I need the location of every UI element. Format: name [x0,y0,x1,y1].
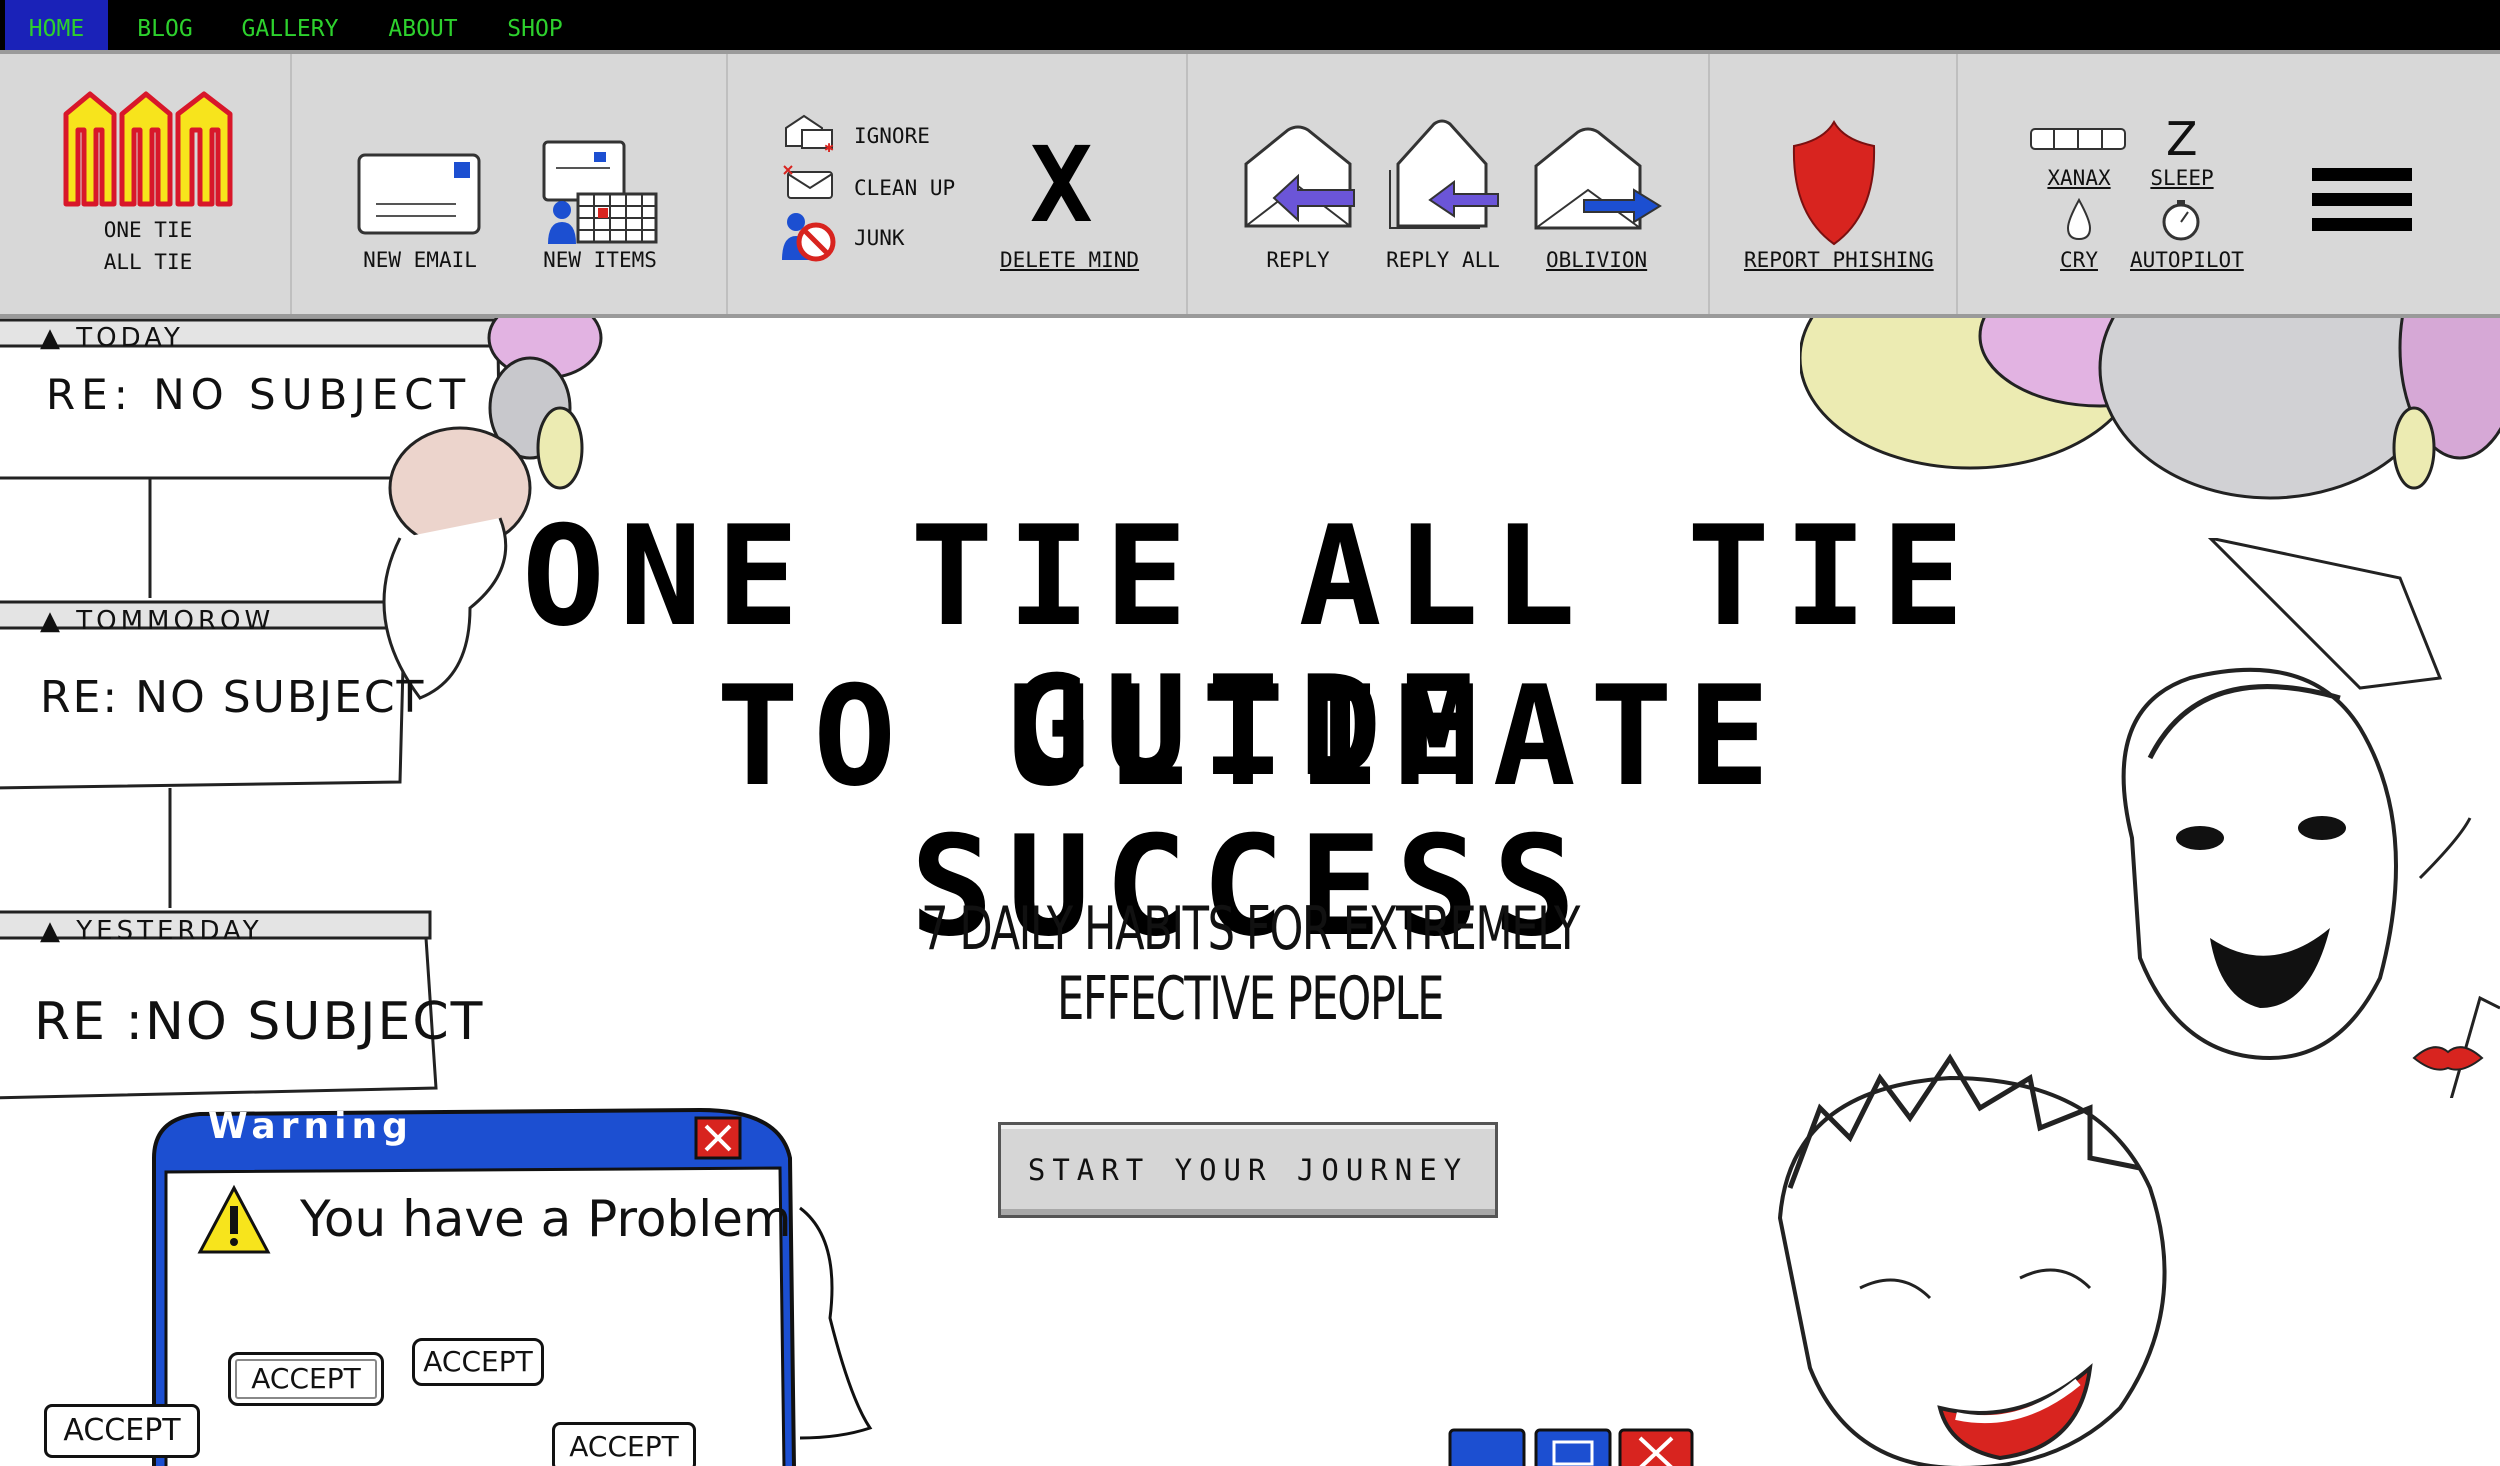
reply-icon[interactable] [1240,120,1360,232]
logo-text-line2: ALL TIE [103,250,193,274]
maximize-icon[interactable] [1534,1428,1612,1466]
close-window-icon[interactable] [1618,1428,1694,1466]
clean-up-icon[interactable] [782,164,838,202]
ribbon-divider [1708,54,1710,314]
close-icon[interactable] [694,1116,742,1160]
reply-button[interactable]: REPLY [1262,248,1334,272]
top-nav: HOME BLOG GALLERY ABOUT SHOP [0,0,2500,54]
ribbon-divider [290,54,292,314]
warning-title: Warning [208,1106,413,1147]
accept-button[interactable]: ACCEPT [228,1352,384,1406]
cry-button[interactable]: CRY [2054,248,2104,272]
accept-button[interactable]: ACCEPT [412,1338,544,1386]
ribbon-divider [726,54,728,314]
svg-text:✱: ✱ [824,141,834,152]
logo-text: ONE TIE ALL TIE [90,214,206,278]
new-email-icon[interactable] [356,152,484,238]
stopwatch-icon[interactable] [2158,198,2204,242]
oblivion-button[interactable]: OBLIVION [1546,248,1647,272]
email-group-tomorrow: ▲ TOMMOROW [40,606,275,636]
shield-icon[interactable] [1790,118,1878,248]
warning-dialog-frame [152,1107,873,1466]
minimize-icon[interactable] [1448,1428,1526,1466]
email-subject-2[interactable]: RE: NO SUBJECT [40,672,425,723]
accept-button[interactable]: ACCEPT [44,1404,200,1458]
reply-all-button[interactable]: REPLY ALL [1386,248,1500,272]
new-email-button[interactable]: NEW EMAIL [360,248,480,272]
nav-blog[interactable]: BLOG [128,0,202,50]
nav-gallery[interactable]: GALLERY [236,0,344,50]
hero-section: ▲ TODAY RE: NO SUBJECT ▲ TOMMOROW RE: NO… [0,318,2500,1466]
report-phishing-button[interactable]: REPORT PHISHING [1744,248,1934,272]
new-items-button[interactable]: NEW ITEMS [540,248,660,272]
delete-mind-button[interactable]: DELETE MIND [1000,248,1139,272]
junk-icon[interactable] [780,210,838,262]
junk-button[interactable]: JUNK [854,226,905,250]
warning-message: You have a Problem [300,1190,792,1248]
sleep-button[interactable]: SLEEP [2150,166,2214,190]
window-controls [1448,1428,1694,1466]
email-subject-3[interactable]: RE :NO SUBJECT [34,992,484,1052]
man-face-illustration [1777,1053,2167,1466]
nav-home[interactable]: HOME [5,0,108,50]
xanax-icon[interactable] [2028,124,2128,154]
ribbon-divider [1956,54,1958,314]
email-group-today: ▲ TODAY [40,323,184,353]
hero-subtitle: 7 DAILY HABITS FOR EXTREMELY EFFECTIVE P… [921,894,1580,1034]
new-items-icon[interactable] [538,138,662,248]
woman-face-illustration [2121,538,2500,1098]
start-journey-button[interactable]: START YOUR JOURNEY [998,1122,1498,1218]
ribbon-toolbar: ONE TIE ALL TIE NEW EMAIL NEW ITEMS ✱ IG… [0,54,2500,318]
accept-button[interactable]: ACCEPT [552,1422,696,1466]
email-subject-1[interactable]: RE: NO SUBJECT [46,370,471,419]
autopilot-button[interactable]: AUTOPILOT [2130,248,2244,272]
email-group-yesterday: ▲ YESTERDAY [40,916,263,946]
ignore-button[interactable]: IGNORE [854,124,930,148]
logo-text-line1: ONE TIE [103,218,193,242]
oblivion-icon[interactable] [1530,124,1664,234]
reply-all-icon[interactable] [1384,116,1504,232]
tear-drop-icon[interactable] [2064,196,2094,242]
warning-triangle-icon [197,1184,271,1254]
sleep-icon[interactable]: Z [2166,112,2198,166]
xanax-button[interactable]: XANAX [2046,166,2112,190]
yesterday-label: YESTERDAY [76,916,263,946]
lips-icon [2412,1046,2484,1071]
nav-shop[interactable]: SHOP [500,0,570,50]
delete-mind-icon[interactable]: X [1030,130,1093,240]
ignore-icon[interactable]: ✱ [782,112,838,152]
tomorrow-label: TOMMOROW [76,606,275,636]
ribbon-divider [1186,54,1188,314]
logo-icon[interactable] [62,90,234,208]
clean-up-button[interactable]: CLEAN UP [854,176,955,200]
nav-about[interactable]: ABOUT [383,0,463,50]
hamburger-menu-icon[interactable] [2310,164,2414,236]
today-label: TODAY [76,323,184,353]
